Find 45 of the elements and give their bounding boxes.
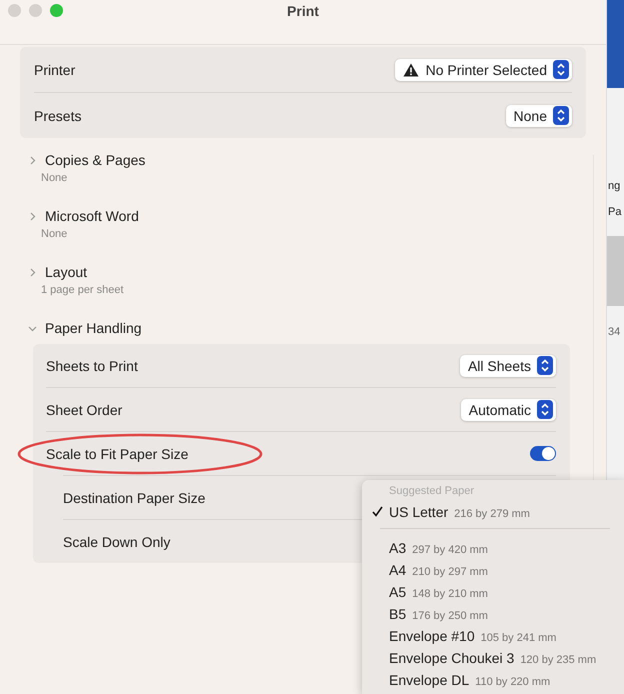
menu-header: Suggested Paper	[389, 485, 476, 499]
popup-button[interactable]: All Sheets	[460, 354, 556, 376]
section-title[interactable]: Copies & Pages	[45, 152, 146, 168]
window-title: Print	[287, 3, 319, 19]
menu-item[interactable]: US Letter 216 by 279 mm	[362, 501, 624, 523]
popup-button[interactable]: No Printer Selected	[394, 58, 572, 80]
chevron-right-icon[interactable]	[28, 268, 37, 276]
warning-icon	[402, 62, 419, 76]
stepper-icon	[537, 400, 553, 419]
menu-item[interactable]: B5 176 by 250 mm	[362, 603, 624, 625]
menu-item[interactable]: Envelope #10 105 by 241 mm	[362, 625, 624, 647]
section-summary: None	[41, 172, 68, 184]
setting-label: Destination Paper Size	[63, 490, 206, 506]
menu-item[interactable]: Envelope Choukei 3 120 by 235 mm	[362, 647, 624, 669]
menu-item[interactable]: A5 148 by 210 mm	[362, 581, 624, 603]
stepper-icon	[553, 60, 569, 79]
section-title[interactable]: Microsoft Word	[45, 208, 139, 224]
setting-label: Printer	[34, 62, 76, 78]
section-summary: 1 page per sheet	[41, 284, 125, 296]
chevron-right-icon[interactable]	[28, 156, 37, 164]
setting-label: Scale to Fit Paper Size	[46, 446, 188, 462]
background-text: Pa	[607, 206, 622, 218]
section-title[interactable]: Paper Handling	[45, 320, 142, 336]
section-summary: None	[41, 228, 68, 240]
popup-button[interactable]: Automatic	[460, 398, 556, 420]
stepper-icon	[553, 106, 569, 125]
section-title[interactable]: Layout	[45, 264, 88, 280]
menu-item[interactable]: Envelope DL 110 by 220 mm	[362, 669, 624, 691]
menu-item[interactable]: A3 297 by 420 mm	[362, 537, 624, 559]
menu-item[interactable]: A4 210 by 297 mm	[362, 559, 624, 581]
setting-label: Sheet Order	[46, 402, 122, 418]
checkmark-icon	[372, 506, 383, 517]
chevron-down-icon[interactable]	[28, 324, 37, 332]
setting-label: Scale Down Only	[63, 534, 170, 550]
setting-label: Sheets to Print	[46, 358, 138, 374]
close-button[interactable]	[8, 4, 21, 17]
minimize-button[interactable]	[29, 4, 42, 17]
background-text: 34	[607, 326, 622, 338]
background-text: ng	[607, 180, 622, 192]
stepper-icon	[537, 356, 553, 375]
setting-label: Presets	[34, 108, 82, 124]
toggle-switch[interactable]	[530, 446, 556, 461]
zoom-button[interactable]	[50, 4, 63, 17]
popup-button[interactable]: None	[506, 104, 572, 126]
chevron-right-icon[interactable]	[28, 212, 37, 220]
